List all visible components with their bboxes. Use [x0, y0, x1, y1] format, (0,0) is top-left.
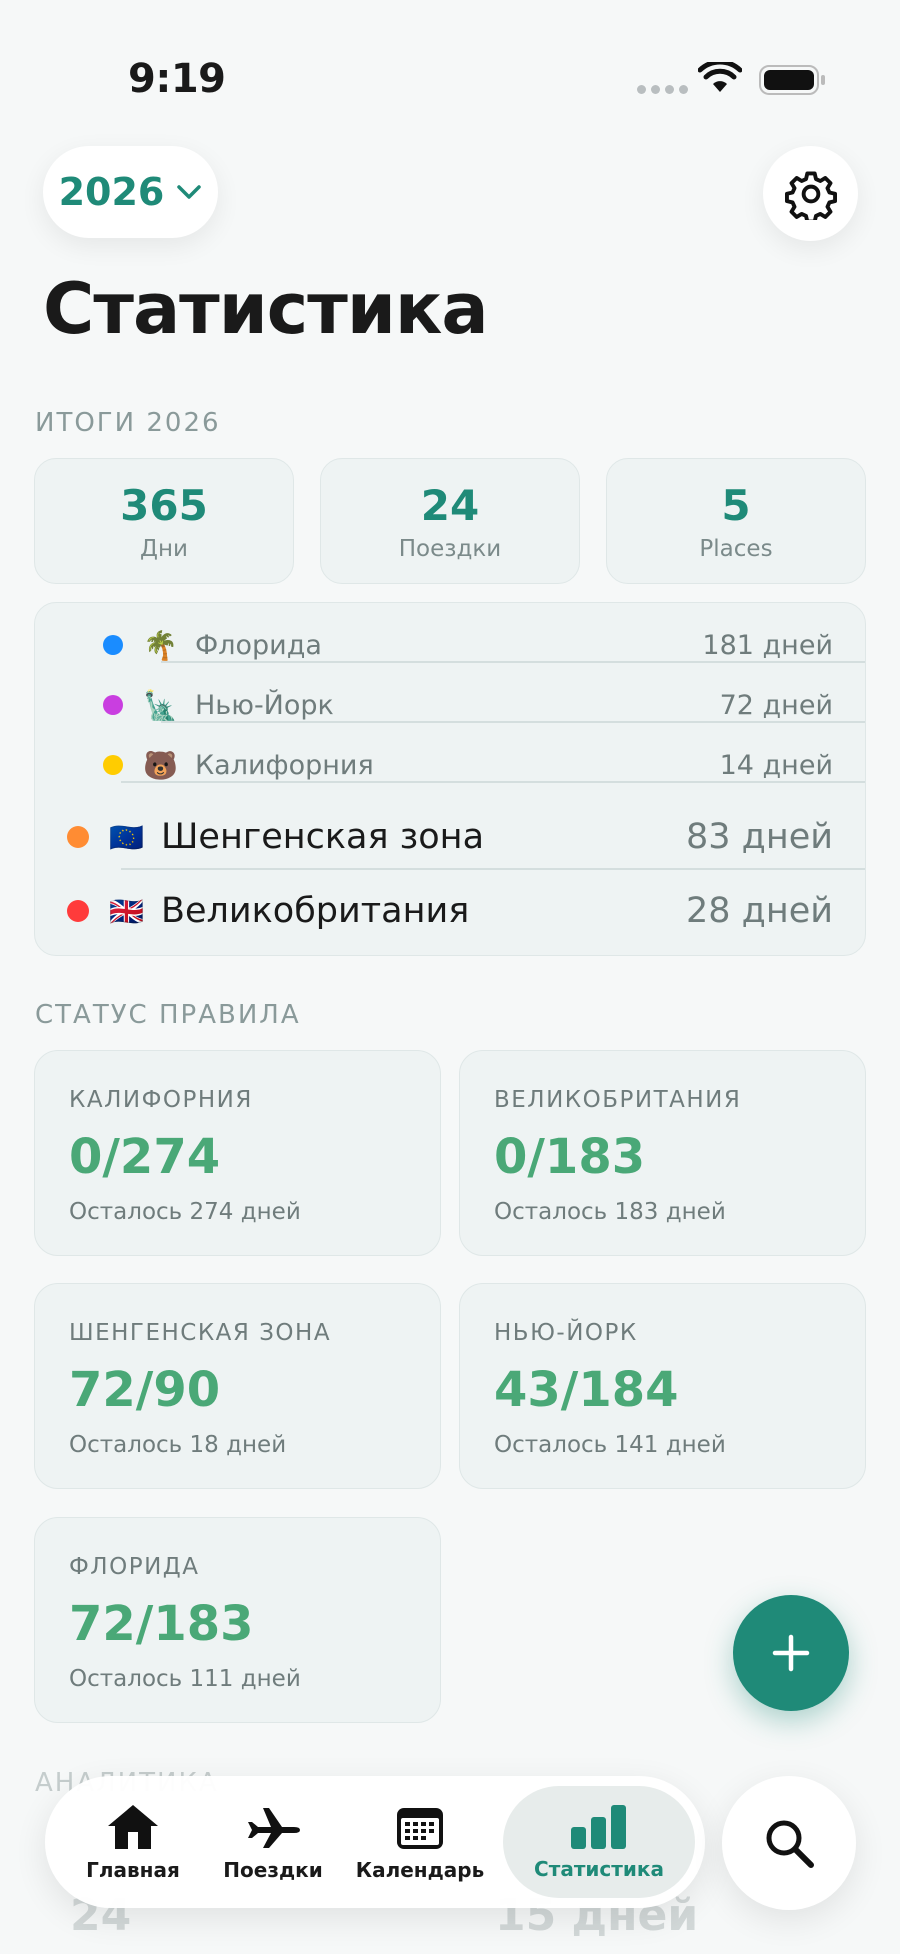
rule-value: 0/183	[494, 1129, 646, 1185]
add-trip-button[interactable]	[733, 1595, 849, 1711]
region-color-dot	[67, 826, 89, 848]
uk-flag-icon: 🇬🇧	[109, 894, 144, 928]
wifi-icon	[698, 62, 742, 92]
rule-remaining: Осталось 183 дней	[494, 1199, 726, 1225]
rule-remaining: Осталось 274 дней	[69, 1199, 301, 1225]
region-name: Калифорния	[195, 749, 374, 781]
rule-value: 72/90	[69, 1362, 221, 1418]
region-row-schengen[interactable]: 🇪🇺 Шенгенская зона 83 дней	[35, 797, 865, 877]
calendar-icon	[397, 1808, 443, 1849]
summary-label: Поездки	[398, 536, 502, 562]
settings-button[interactable]	[763, 146, 858, 241]
rule-name: ШЕНГЕНСКАЯ ЗОНА	[69, 1320, 332, 1346]
tab-label: Статистика	[534, 1857, 664, 1881]
summary-value: 365	[120, 481, 208, 530]
rule-remaining: Осталось 18 дней	[69, 1432, 287, 1458]
region-name: Нью-Йорк	[195, 689, 334, 721]
region-row-uk[interactable]: 🇬🇧 Великобритания 28 дней	[35, 871, 865, 951]
bar-chart-icon	[571, 1805, 626, 1849]
tab-label: Календарь	[355, 1858, 485, 1882]
rule-name: ФЛОРИДА	[69, 1554, 200, 1580]
year-label: 2026	[58, 170, 165, 214]
tab-label: Поездки	[223, 1858, 323, 1882]
summary-label: Places	[699, 536, 773, 562]
summary-card-days: 365 Дни	[34, 458, 294, 584]
summary-label: Дни	[140, 536, 188, 562]
region-color-dot	[103, 635, 123, 655]
region-name: Великобритания	[161, 891, 470, 931]
region-name: Шенгенская зона	[161, 817, 485, 857]
summary-section-label: ИТОГИ 2026	[35, 408, 221, 438]
region-days: 83 дней	[685, 817, 833, 857]
airplane-icon	[248, 1808, 300, 1848]
tab-home[interactable]: Главная	[69, 1776, 197, 1908]
rule-name: ВЕЛИКОБРИТАНИЯ	[494, 1087, 742, 1113]
statue-of-liberty-icon: 🗽	[143, 688, 178, 722]
region-days: 72 дней	[719, 689, 833, 721]
chevron-down-icon	[177, 185, 202, 199]
status-bar: 9:19	[0, 0, 900, 130]
rule-card-new-york[interactable]: НЬЮ-ЙОРК 43/184 Осталось 141 дней	[459, 1283, 866, 1489]
region-days: 28 дней	[685, 891, 833, 931]
plus-icon	[772, 1634, 810, 1672]
rule-value: 0/274	[69, 1129, 221, 1185]
region-row-new-york[interactable]: 🗽 Нью-Йорк 72 дней	[35, 675, 865, 735]
gear-icon	[784, 170, 837, 220]
signal-dots-icon	[637, 85, 688, 94]
rule-value: 72/183	[69, 1596, 254, 1652]
tab-label: Главная	[86, 1858, 180, 1882]
rule-card-schengen[interactable]: ШЕНГЕНСКАЯ ЗОНА 72/90 Осталось 18 дней	[34, 1283, 441, 1489]
bear-icon: 🐻	[143, 748, 178, 782]
rule-card-florida[interactable]: ФЛОРИДА 72/183 Осталось 111 дней	[34, 1517, 441, 1723]
region-name: Флорида	[195, 629, 322, 661]
region-color-dot	[67, 900, 89, 922]
rules-section-label: СТАТУС ПРАВИЛА	[35, 1000, 301, 1030]
tab-bar: Главная Поездки Календарь Статистика	[45, 1776, 705, 1908]
tab-trips[interactable]: Поездки	[209, 1776, 337, 1908]
rule-remaining: Осталось 141 дней	[494, 1432, 726, 1458]
clock: 9:19	[128, 56, 226, 102]
summary-value: 24	[420, 481, 480, 530]
page-title: Статистика	[43, 268, 489, 350]
year-selector[interactable]: 2026	[43, 146, 218, 238]
search-icon	[766, 1820, 814, 1868]
tab-statistics[interactable]: Статистика	[503, 1786, 695, 1898]
region-row-florida[interactable]: 🌴 Флорида 181 дней	[35, 615, 865, 675]
home-icon	[108, 1805, 158, 1849]
region-color-dot	[103, 695, 123, 715]
region-days: 14 дней	[719, 749, 833, 781]
rule-name: НЬЮ-ЙОРК	[494, 1320, 638, 1346]
summary-card-places: 5 Places	[606, 458, 866, 584]
search-button[interactable]	[722, 1776, 856, 1910]
region-color-dot	[103, 755, 123, 775]
eu-flag-icon: 🇪🇺	[109, 820, 144, 854]
rule-card-california[interactable]: КАЛИФОРНИЯ 0/274 Осталось 274 дней	[34, 1050, 441, 1256]
rule-value: 43/184	[494, 1362, 679, 1418]
battery-icon	[759, 65, 825, 95]
rule-name: КАЛИФОРНИЯ	[69, 1087, 253, 1113]
rule-card-uk[interactable]: ВЕЛИКОБРИТАНИЯ 0/183 Осталось 183 дней	[459, 1050, 866, 1256]
summary-card-trips: 24 Поездки	[320, 458, 580, 584]
rule-remaining: Осталось 111 дней	[69, 1666, 301, 1692]
summary-value: 5	[721, 481, 751, 530]
region-row-california[interactable]: 🐻 Калифорния 14 дней	[35, 735, 865, 795]
regions-list: 🌴 Флорида 181 дней 🗽 Нью-Йорк 72 дней 🐻 …	[34, 602, 866, 956]
tab-calendar[interactable]: Календарь	[345, 1776, 495, 1908]
region-days: 181 дней	[702, 629, 833, 661]
palm-tree-icon: 🌴	[143, 628, 178, 662]
